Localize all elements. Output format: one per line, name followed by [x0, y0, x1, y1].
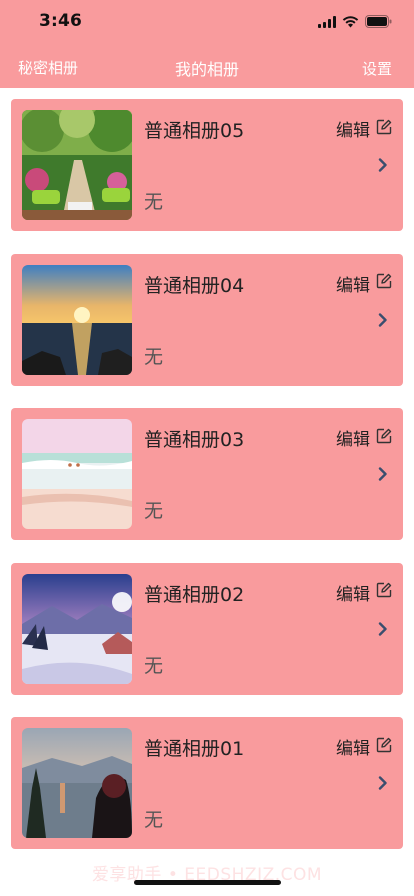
album-name: 普通相册02: [144, 583, 245, 606]
edit-icon: [376, 428, 392, 448]
album-name: 普通相册04: [144, 274, 245, 297]
edit-button[interactable]: 编辑: [336, 116, 392, 141]
status-bar: 3:46: [0, 0, 414, 44]
edit-button[interactable]: 编辑: [336, 425, 392, 450]
edit-label: 编辑: [336, 739, 370, 759]
settings-button[interactable]: 设置: [362, 58, 392, 79]
edit-icon: [376, 582, 392, 602]
album-card[interactable]: 普通相册02 编辑 无: [11, 562, 403, 695]
home-indicator[interactable]: [134, 880, 281, 885]
album-thumbnail: [22, 573, 132, 684]
album-card[interactable]: 普通相册05 编辑 无: [11, 99, 403, 231]
edit-icon: [376, 737, 392, 757]
edit-label: 编辑: [336, 275, 370, 296]
page-title: 我的相册: [174, 60, 239, 79]
signal-icon: [318, 13, 336, 32]
edit-button[interactable]: 编辑: [336, 734, 392, 759]
album-thumbnail: [22, 110, 132, 220]
album-list: 普通相册05 编辑 无 普通相册04 编辑 无 普通相册03 编辑 无 普通相册…: [11, 99, 403, 872]
chevron-right-icon: [377, 775, 389, 791]
album-card[interactable]: 普通相册04 编辑 无: [11, 253, 403, 386]
album-description: 无: [144, 654, 164, 677]
wifi-icon: [342, 13, 359, 32]
album-thumbnail: [22, 728, 132, 838]
album-card[interactable]: 普通相册01 编辑 无: [11, 717, 403, 849]
edit-label: 编辑: [336, 430, 370, 450]
album-thumbnail: [22, 264, 132, 375]
album-name: 普通相册03: [144, 429, 245, 451]
edit-label: 编辑: [336, 121, 370, 141]
album-description: 无: [144, 191, 164, 213]
status-icons: [318, 13, 392, 31]
album-description: 无: [144, 345, 164, 368]
edit-button[interactable]: 编辑: [336, 580, 392, 605]
header: 3:46 秘密相册 我的相册 设置: [0, 0, 414, 88]
chevron-right-icon: [377, 312, 389, 328]
album-name: 普通相册05: [144, 120, 245, 142]
edit-label: 编辑: [336, 584, 370, 605]
album-card[interactable]: 普通相册03 编辑 无: [11, 408, 403, 540]
album-name: 普通相册01: [144, 738, 245, 760]
edit-icon: [376, 119, 392, 139]
chevron-right-icon: [377, 157, 389, 173]
album-thumbnail: [22, 419, 132, 529]
chevron-right-icon: [377, 621, 389, 637]
album-description: 无: [144, 809, 164, 831]
album-description: 无: [144, 500, 164, 522]
chevron-right-icon: [377, 466, 389, 482]
battery-icon: [365, 13, 392, 32]
nav-bar: 秘密相册 我的相册 设置: [0, 44, 414, 88]
edit-icon: [376, 273, 392, 293]
edit-button[interactable]: 编辑: [336, 271, 392, 296]
status-time: 3:46: [39, 11, 83, 31]
